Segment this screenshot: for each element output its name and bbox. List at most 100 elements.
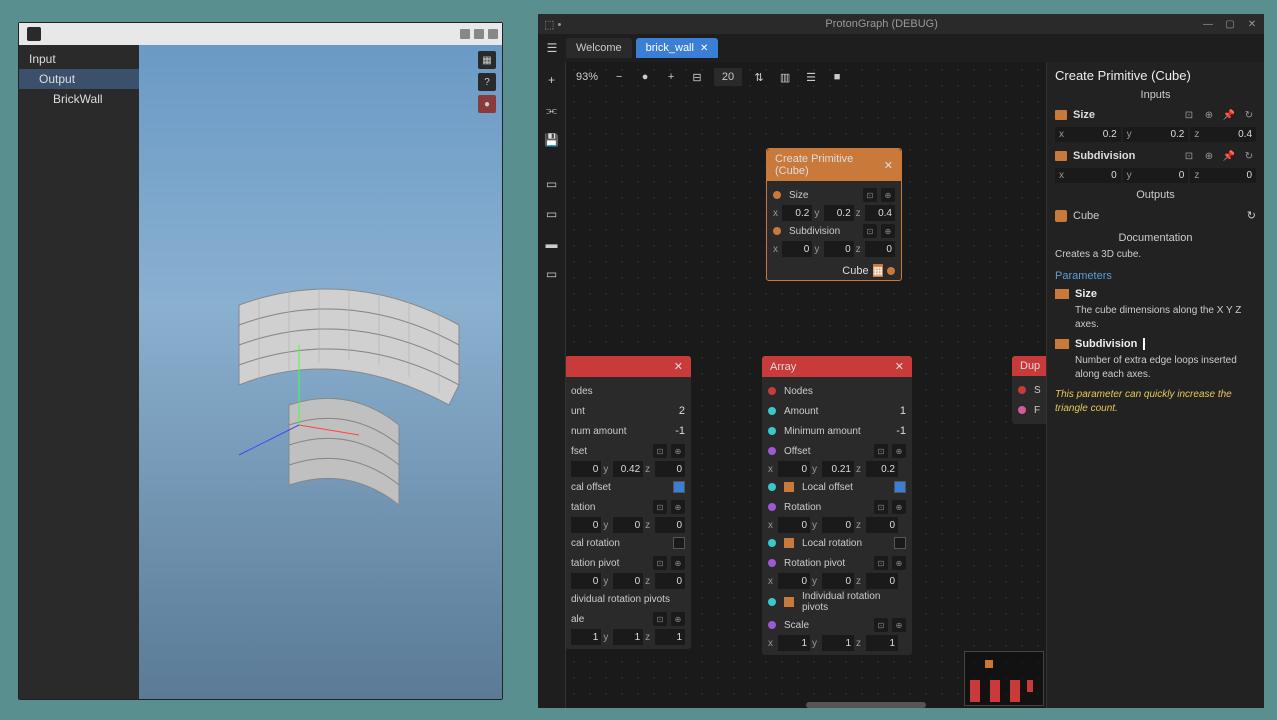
lock-icon[interactable]: ⊡ [653, 500, 667, 514]
port-in2[interactable] [1018, 406, 1026, 414]
main-titlebar[interactable]: ⬚ • ProtonGraph (DEBUG) — ▢ ✕ [538, 14, 1264, 34]
link-icon[interactable]: ⊕ [671, 612, 685, 626]
save-icon[interactable]: 💾 [544, 132, 560, 148]
min-value[interactable]: -1 [675, 425, 685, 437]
align-icon[interactable]: ▥ [776, 68, 794, 86]
port-local-offset[interactable] [768, 483, 776, 491]
zoom-reset-icon[interactable]: ● [636, 68, 654, 86]
pivot-icon[interactable]: ⊡ [874, 556, 888, 570]
sub-z[interactable]: 0 [865, 241, 895, 257]
pin-icon[interactable]: 📌 [1222, 108, 1236, 122]
grid-step-input[interactable] [714, 68, 742, 86]
size-y[interactable]: 0.2 [1132, 129, 1185, 140]
maximize-button[interactable]: ▢ [1224, 18, 1236, 30]
link-icon[interactable]: ⊕ [1202, 149, 1216, 163]
graph-icon[interactable]: ⫘ [544, 102, 560, 118]
min-value[interactable]: -1 [896, 425, 906, 437]
node-close-icon[interactable]: ✕ [674, 360, 683, 373]
port-rotation[interactable] [768, 503, 776, 511]
close-button[interactable]: ✕ [1246, 18, 1258, 30]
node-header[interactable]: Dup [1012, 356, 1046, 376]
node-header[interactable]: Create Primitive (Cube) ✕ [767, 149, 901, 181]
step-spinner-icon[interactable]: ⇅ [750, 68, 768, 86]
panel4-icon[interactable]: ▭ [544, 266, 560, 282]
port-subdivision[interactable] [773, 227, 781, 235]
view-mode-icon[interactable]: ▦ [478, 51, 496, 69]
size-z[interactable]: 0.4 [865, 205, 895, 221]
port-ind-pivots[interactable] [768, 598, 776, 606]
port-rot-pivot[interactable] [768, 559, 776, 567]
help-icon[interactable]: ? [478, 73, 496, 91]
lock-icon[interactable]: ⊡ [653, 612, 667, 626]
graph-canvas[interactable]: 93% − ● + ⊟ ⇅ ▥ ☰ ■ Create [566, 62, 1046, 708]
link-icon[interactable]: ⊕ [881, 188, 895, 202]
reset-icon[interactable]: ↻ [1242, 149, 1256, 163]
link-icon[interactable]: ⊕ [892, 556, 906, 570]
stop-icon[interactable]: ■ [828, 68, 846, 86]
zoom-out-icon[interactable]: − [610, 68, 628, 86]
panel1-icon[interactable]: ▭ [544, 176, 560, 192]
link-icon[interactable]: ⊕ [671, 500, 685, 514]
tab-brickwall[interactable]: brick_wall ✕ [636, 38, 719, 58]
tree-item-brickwall[interactable]: BrickWall [19, 89, 139, 109]
port-min[interactable] [768, 427, 776, 435]
port-local-rot[interactable] [768, 539, 776, 547]
sub-z[interactable]: 0 [1199, 170, 1252, 181]
lock-icon[interactable]: ⊡ [863, 188, 877, 202]
port-amount[interactable] [768, 407, 776, 415]
record-icon[interactable]: ● [478, 95, 496, 113]
node-array-1[interactable]: ✕ odes unt2 num amount-1 fset⊡⊕ 0y0.42z0… [566, 356, 691, 649]
lock-icon[interactable]: ⊡ [874, 500, 888, 514]
local-rot-check[interactable] [894, 537, 906, 549]
amount-value[interactable]: 1 [900, 405, 906, 417]
output-port[interactable] [887, 267, 895, 275]
node-close-icon[interactable]: ✕ [884, 159, 893, 172]
node-create-primitive-cube[interactable]: Create Primitive (Cube) ✕ Size ⊡ ⊕ x0.2 … [766, 148, 902, 281]
size-x[interactable]: 0.2 [1064, 129, 1117, 140]
link-icon[interactable]: ⊕ [1202, 108, 1216, 122]
tab-welcome[interactable]: Welcome [566, 38, 632, 58]
node-duplicate[interactable]: Dup S F [1012, 356, 1046, 424]
link-icon[interactable]: ⊕ [892, 444, 906, 458]
local-rot-check[interactable] [673, 537, 685, 549]
add-icon[interactable]: + [544, 72, 560, 88]
link-icon[interactable]: ⊕ [892, 500, 906, 514]
reset-icon[interactable]: ↻ [1247, 209, 1256, 222]
link-icon[interactable]: ⊕ [671, 444, 685, 458]
node-array-2[interactable]: Array✕ Nodes Amount1 Minimum amount-1 Of… [762, 356, 912, 655]
lock-icon[interactable]: ⊡ [1182, 108, 1196, 122]
sub-x[interactable]: 0 [782, 241, 812, 257]
viewport-titlebar[interactable] [19, 23, 502, 45]
size-x[interactable]: 0.2 [782, 205, 812, 221]
hamburger-icon[interactable]: ☰ [542, 38, 562, 58]
close-icon[interactable] [488, 29, 498, 39]
port-in[interactable] [1018, 386, 1026, 394]
lock-icon[interactable]: ⊡ [863, 224, 877, 238]
minimize-icon[interactable] [460, 29, 470, 39]
local-offset-check[interactable] [894, 481, 906, 493]
size-z[interactable]: 0.4 [1199, 129, 1252, 140]
sub-x[interactable]: 0 [1064, 170, 1117, 181]
lock-icon[interactable]: ⊡ [874, 618, 888, 632]
size-y[interactable]: 0.2 [824, 205, 854, 221]
sub-y[interactable]: 0 [1132, 170, 1185, 181]
port-nodes[interactable] [768, 387, 776, 395]
pin-icon[interactable]: 📌 [1222, 149, 1236, 163]
amount-value[interactable]: 2 [679, 405, 685, 417]
horizontal-scrollbar[interactable] [806, 702, 926, 708]
port-scale[interactable] [768, 621, 776, 629]
zoom-in-icon[interactable]: + [662, 68, 680, 86]
snap-icon[interactable]: ⊟ [688, 68, 706, 86]
link-icon[interactable]: ⊕ [892, 618, 906, 632]
sub-y[interactable]: 0 [824, 241, 854, 257]
local-offset-check[interactable] [673, 481, 685, 493]
port-offset[interactable] [768, 447, 776, 455]
lock-icon[interactable]: ⊡ [1182, 149, 1196, 163]
panel2-icon[interactable]: ▭ [544, 206, 560, 222]
node-close-icon[interactable]: ✕ [895, 360, 904, 373]
maximize-icon[interactable] [474, 29, 484, 39]
tab-close-icon[interactable]: ✕ [700, 43, 708, 54]
layout-icon[interactable]: ☰ [802, 68, 820, 86]
tree-item-output[interactable]: Output [19, 69, 139, 89]
lock-icon[interactable]: ⊡ [874, 444, 888, 458]
